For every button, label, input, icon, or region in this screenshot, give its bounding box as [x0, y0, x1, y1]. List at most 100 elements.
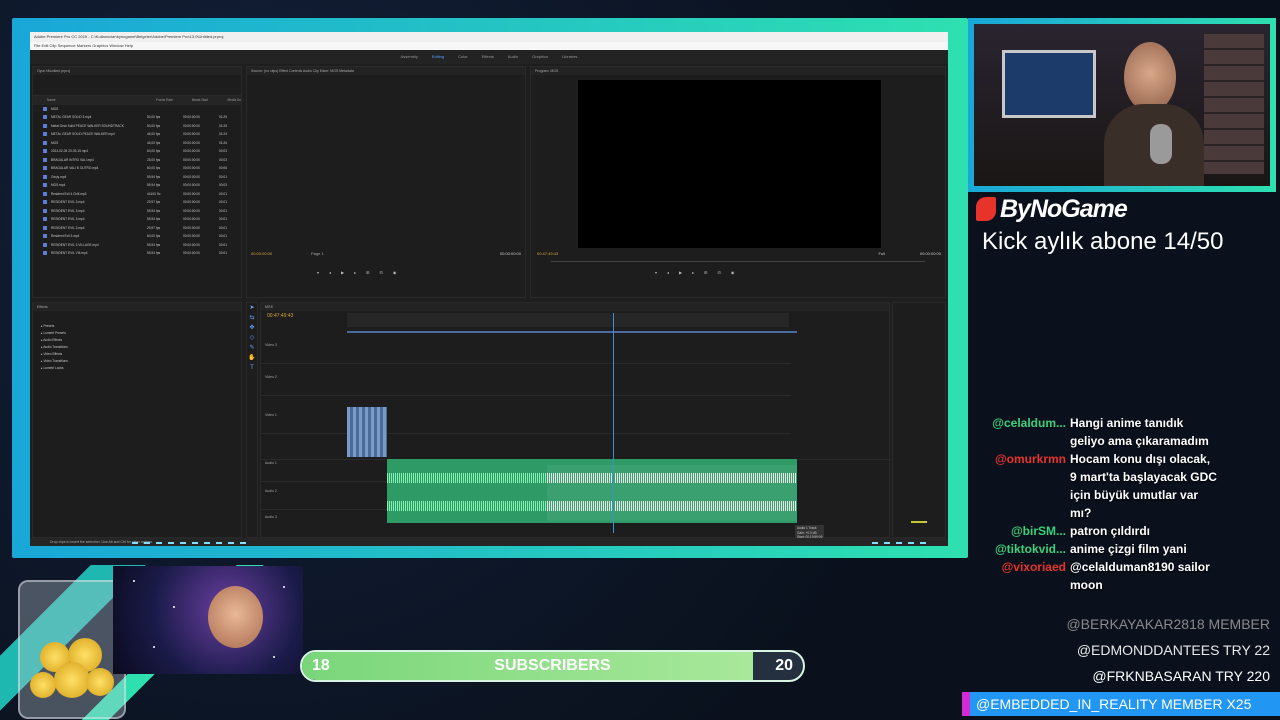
video-clip[interactable] — [347, 407, 387, 457]
project-item[interactable]: RESIDENT EVIL 3.mp4 29,97 fps 00:00:00:00 0… — [33, 198, 241, 207]
playhead[interactable] — [613, 313, 614, 533]
project-item[interactable]: Resident Evil 4 Chill.mp3 44100 Hz 00:00:0… — [33, 190, 241, 199]
sequence-tab[interactable]: MGS — [261, 303, 889, 311]
subs-label: SUBSCRIBERS — [494, 657, 611, 674]
tools-icons[interactable]: ➤ ⇆ ✥ ◇ ✎ ✋ T — [247, 303, 257, 373]
workspace-tab[interactable]: Assembly — [401, 50, 418, 64]
step-back-icon[interactable]: ◂ — [667, 270, 669, 275]
project-item-dur: 00:01 — [219, 234, 227, 238]
track-header[interactable]: Audio 2 — [265, 489, 345, 493]
frame-dash-decor — [132, 542, 252, 544]
chat-username[interactable]: @celaldum... — [980, 414, 1070, 450]
effects-folder[interactable]: ▸ Audio Transitions — [33, 344, 241, 351]
project-item-start: 00:00:00:00 — [183, 132, 200, 136]
project-item-name: Resident Evil 4 Chill.mp3 — [51, 191, 87, 196]
chat-username[interactable]: @tiktokvid... — [980, 540, 1070, 558]
file-list: MGS METAL GEAR SOLID 3.mp4 50,00 fps 00:00:… — [33, 105, 241, 258]
track-header[interactable]: Video 3 — [265, 343, 345, 347]
workspace-tab[interactable]: Editing — [432, 50, 444, 64]
project-item[interactable]: RESIDENT EVIL 3 VILLAGE.mp4 59,94 fps 00:0… — [33, 241, 241, 250]
project-item-rate: 59,94 fps — [147, 208, 161, 213]
chat-username[interactable]: @birSM... — [980, 522, 1070, 540]
project-item-rate: 59,94 fps — [147, 183, 161, 187]
project-item[interactable]: Resident Evil 3.mp4 60,00 fps 00:00:00:00 0… — [33, 232, 241, 241]
source-transport[interactable]: ▾ ◂ ▶ ▸ ⊞ ⊟ ◉ — [317, 267, 396, 277]
project-item-rate: 29,97 fps — [147, 200, 161, 204]
work-area-bar[interactable] — [347, 331, 797, 333]
project-item-start: 00:00:00:00 — [183, 183, 200, 187]
project-item[interactable]: RESIDENT EVIL VIII.mp4 59,94 fps 00:00:00:… — [33, 249, 241, 258]
fit-selector[interactable]: Full — [879, 251, 885, 256]
project-item[interactable]: Metal Gear Solid PEACE WALKER SOUNDTRACK… — [33, 122, 241, 131]
page-selector[interactable]: Page 1 — [311, 251, 324, 256]
step-back-icon[interactable]: ◂ — [329, 270, 331, 275]
project-item-rate — [147, 105, 183, 114]
track-header[interactable]: Video 1 — [265, 413, 345, 417]
project-item-start: 00:00:00:00 — [183, 200, 200, 204]
step-forward-icon[interactable]: ▸ — [354, 270, 356, 275]
clip-icon — [43, 183, 47, 187]
workspace-tab[interactable]: Effects — [482, 50, 494, 64]
project-item[interactable]: RESIDENT EVIL 3.mp4 59,94 fps 00:00:00:00 0… — [33, 215, 241, 224]
workspace-tab[interactable]: Graphics — [532, 50, 548, 64]
project-item[interactable]: 2024-02-05 20-39-15.mp4 60,00 fps 00:00:00… — [33, 147, 241, 156]
clip-icon — [43, 251, 47, 255]
effects-tab[interactable]: Effects — [33, 303, 241, 311]
project-item[interactable]: RESIDENT EVIL 3.mp4 59,94 fps 00:00:00:00 0… — [33, 207, 241, 216]
play-icon[interactable]: ▶ — [679, 270, 682, 275]
lift-icon[interactable]: ⊞ — [704, 270, 707, 275]
project-item-start: 00:00:00:00 — [183, 149, 200, 153]
project-item-rate: 60,00 fps — [147, 166, 161, 170]
effects-folder[interactable]: ▸ Presets — [33, 323, 241, 330]
insert-icon[interactable]: ⊞ — [366, 270, 369, 275]
chat-text: patron çıldırdı — [1070, 524, 1151, 538]
effects-folder[interactable]: ▸ Lumetri Presets — [33, 330, 241, 337]
camera-icon[interactable]: ◉ — [393, 270, 397, 275]
program-scrubber[interactable] — [551, 261, 925, 262]
track-header[interactable]: Audio 3 — [265, 515, 345, 519]
project-item-dur: 01:26 — [219, 140, 227, 145]
step-forward-icon[interactable]: ▸ — [692, 270, 694, 275]
chat-message: @birSM... patron çıldırdı — [980, 522, 1280, 540]
effects-folder[interactable]: ▸ Audio Effects — [33, 337, 241, 344]
project-item-rate: 60,00 fps — [147, 149, 161, 153]
track-header[interactable]: Video 2 — [265, 375, 345, 379]
chat-message: @tiktokvid... anime çizgi film yani — [980, 540, 1280, 558]
project-item[interactable]: Geçiş.mp4 59,94 fps 00:00:00:00 00:01 — [33, 173, 241, 182]
workspace-tab[interactable]: Libraries — [562, 50, 577, 64]
project-item[interactable]: METAL GEAR SOLID 3.mp4 50,00 fps 00:00:00:… — [33, 113, 241, 122]
effects-search[interactable] — [33, 311, 241, 323]
effects-folder[interactable]: ▸ Video Transitions — [33, 358, 241, 365]
project-item[interactable]: RESIDENT EVIL 3.mp4 29,97 fps 00:00:00:00 0… — [33, 224, 241, 233]
project-item[interactable]: BRAGALAR VALI B OUTRO.mp4 60,00 fps 00:00:… — [33, 164, 241, 173]
project-item[interactable]: BRAGALAR INTRO VALI.mp4 25,00 fps 00:00:00… — [33, 156, 241, 165]
project-item[interactable]: MGS — [33, 105, 241, 114]
project-tab[interactable]: Oyun Müzikleri.prproj — [33, 67, 241, 75]
mark-in-icon[interactable]: ▾ — [317, 270, 319, 275]
workspace-tab[interactable]: Color — [458, 50, 468, 64]
camera-icon[interactable]: ◉ — [731, 270, 735, 275]
play-icon[interactable]: ▶ — [341, 270, 344, 275]
program-tab[interactable]: Program: MGS — [531, 67, 945, 75]
project-item[interactable]: METAL GEAR SOLID PEACE WALKER.mp4 44,00 f… — [33, 130, 241, 139]
track-header[interactable]: Audio 1 — [265, 461, 345, 465]
effects-folder[interactable]: ▸ Lumetri Looks — [33, 365, 241, 372]
workspace-tab[interactable]: Audio — [508, 50, 518, 64]
overwrite-icon[interactable]: ⊟ — [379, 270, 382, 275]
audio-clip-selected[interactable] — [547, 465, 797, 521]
chat-username[interactable]: @omurkrmn — [980, 450, 1070, 522]
source-tabs[interactable]: Source: (no clips) Effect Controls Audio… — [247, 67, 525, 75]
menu-bar[interactable]: File Edit Clip Sequence Markers Graphics… — [30, 42, 948, 50]
chat-username[interactable]: @vixoriaed — [980, 558, 1070, 594]
project-item[interactable]: MGS 44,00 fps 00:00:00:00 01:26 — [33, 139, 241, 148]
audio-clip[interactable] — [387, 459, 797, 523]
project-item[interactable]: MGS.mp4 59,94 fps 00:00:00:00 00:03 — [33, 181, 241, 190]
project-search[interactable] — [33, 75, 241, 96]
project-item-name: METAL GEAR SOLID PEACE WALKER.mp4 — [51, 132, 115, 136]
time-ruler[interactable] — [347, 313, 789, 327]
program-transport[interactable]: ▾ ◂ ▶ ▸ ⊞ ⊟ ◉ — [655, 267, 734, 277]
clip-icon — [43, 242, 47, 247]
effects-folder[interactable]: ▸ Video Effects — [33, 351, 241, 358]
extract-icon[interactable]: ⊟ — [717, 270, 720, 275]
mark-in-icon[interactable]: ▾ — [655, 270, 657, 275]
